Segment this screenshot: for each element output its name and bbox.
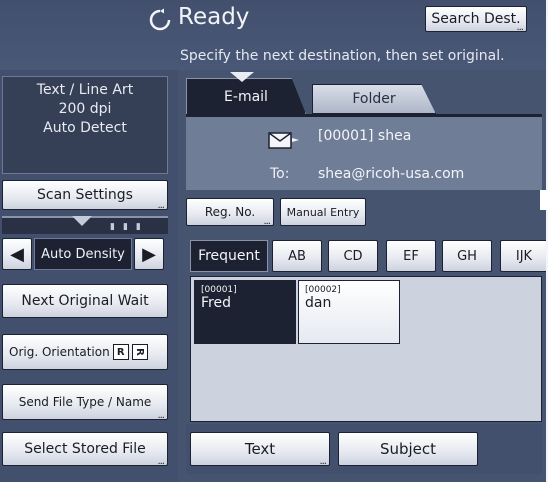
orig-orientation-button[interactable]: Orig. Orientation R R xyxy=(2,334,168,370)
triangle-right-icon: ▶ xyxy=(142,243,156,265)
search-dest-button[interactable]: Search Dest. xyxy=(425,6,527,33)
list-item[interactable]: [00001] Fred xyxy=(194,280,296,344)
text-button[interactable]: Text xyxy=(190,432,330,467)
send-file-type-button[interactable]: Send File Type / Name xyxy=(2,384,168,421)
envelope-icon xyxy=(268,132,299,149)
orientation-upright-icon: R xyxy=(112,344,129,360)
entry-number: [00002] xyxy=(305,285,341,295)
subject-button[interactable]: Subject xyxy=(338,432,478,466)
list-item[interactable]: [00002] dan xyxy=(298,280,400,344)
tab-ijk[interactable]: IJK xyxy=(500,240,548,272)
entry-number: [00001] xyxy=(201,285,237,295)
tab-email[interactable]: E-mail xyxy=(186,78,306,114)
orientation-label: Orig. Orientation xyxy=(9,345,110,359)
status-text: Ready xyxy=(178,4,250,30)
screen-edge-chip xyxy=(540,190,548,210)
selected-tab-marker-icon xyxy=(230,72,254,82)
instruction-text: Specify the next destination, then set o… xyxy=(180,48,505,64)
tab-cd[interactable]: CD xyxy=(328,240,378,272)
scan-settings-button[interactable]: Scan Settings xyxy=(2,180,168,211)
select-stored-file-button[interactable]: Select Stored File xyxy=(2,432,168,467)
tab-gh[interactable]: GH xyxy=(442,240,492,272)
entry-name: dan xyxy=(305,295,332,311)
density-ticks: ▮▮▮ xyxy=(110,222,149,232)
density-increase-button[interactable]: ▶ xyxy=(134,238,164,270)
density-decrease-button[interactable]: ◀ xyxy=(2,238,32,270)
scan-type-label: Text / Line Art xyxy=(36,82,134,98)
manual-entry-button[interactable]: Manual Entry xyxy=(280,198,366,226)
tab-ab[interactable]: AB xyxy=(272,240,322,272)
refresh-icon xyxy=(149,8,171,31)
entry-name: Fred xyxy=(201,295,231,311)
auto-density-button[interactable]: Auto Density xyxy=(34,238,132,270)
reg-no-button[interactable]: Reg. No. xyxy=(186,198,274,227)
detect-label: Auto Detect xyxy=(43,120,127,136)
tab-ef[interactable]: EF xyxy=(386,240,436,272)
tab-frequent[interactable]: Frequent xyxy=(190,240,268,272)
resolution-label: 200 dpi xyxy=(58,101,112,117)
destination-name: [00001] shea xyxy=(318,128,412,144)
triangle-left-icon: ◀ xyxy=(10,243,24,265)
density-marker-icon xyxy=(72,216,92,226)
next-original-wait-button[interactable]: Next Original Wait xyxy=(2,284,168,318)
destination-address: shea@ricoh-usa.com xyxy=(318,166,465,182)
to-label: To: xyxy=(270,166,290,182)
scan-settings-summary: Text / Line Art 200 dpi Auto Detect xyxy=(2,76,168,174)
tab-folder[interactable]: Folder xyxy=(312,84,436,114)
orientation-rotated-icon: R xyxy=(131,344,148,360)
